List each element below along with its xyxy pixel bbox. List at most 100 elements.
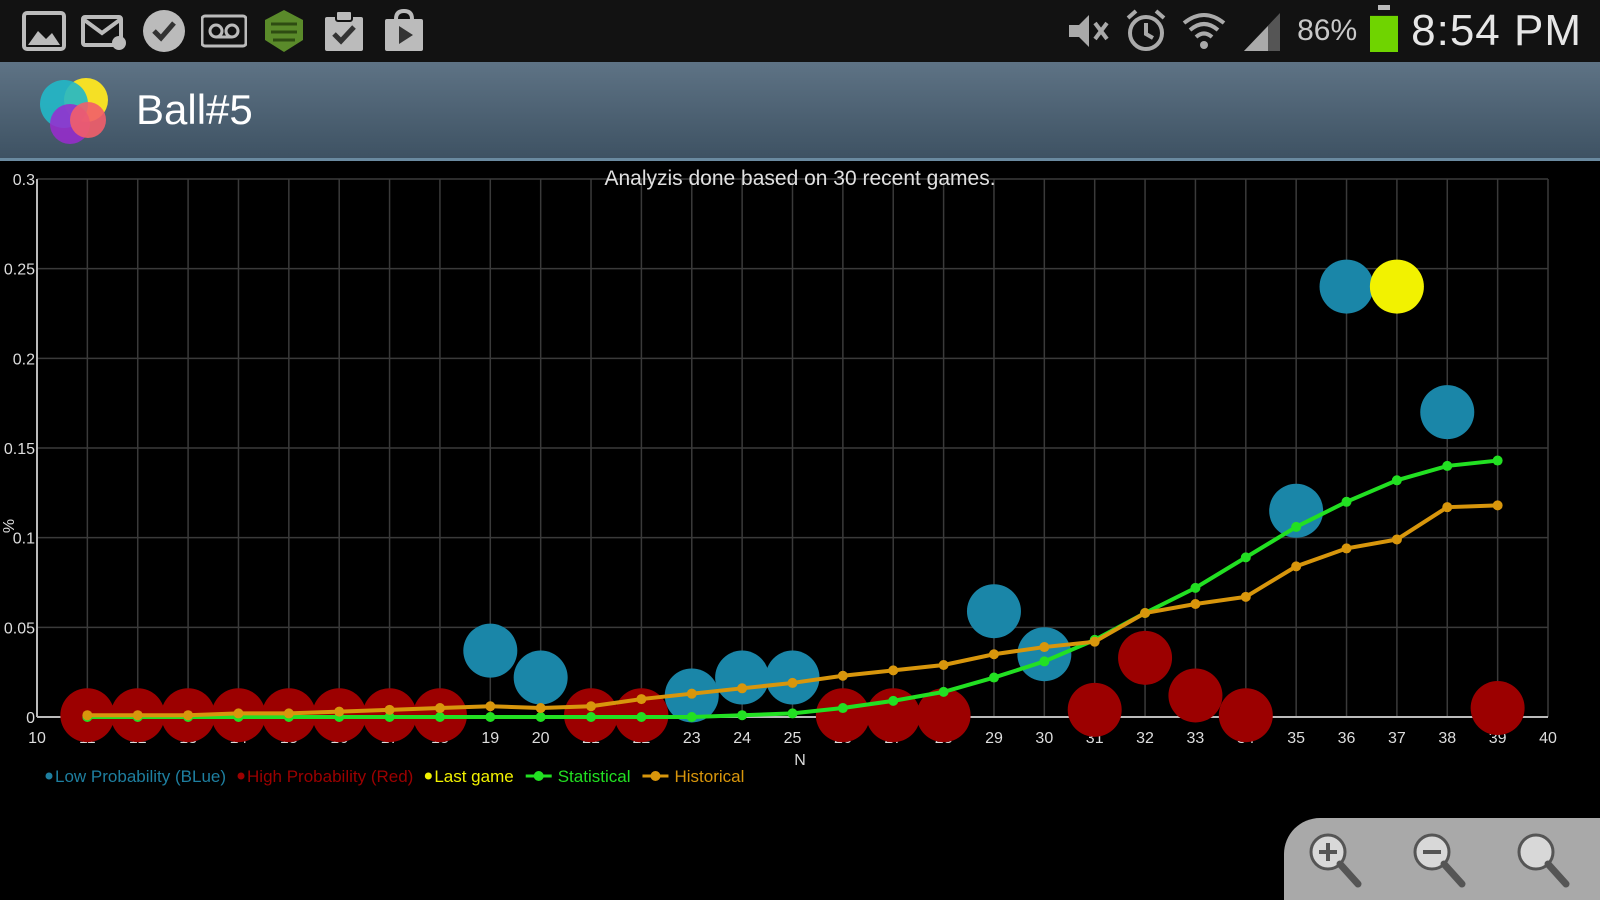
line-point [938,659,949,670]
system-icons: 86% 8:54 PM [1065,4,1582,58]
x-axis-label: N [794,752,806,769]
scatter-point [715,650,770,705]
x-tick-label: 35 [1287,730,1305,747]
x-tick-label: 24 [733,730,751,747]
line-point [233,708,244,719]
x-tick-label: 32 [1136,730,1154,747]
line-point [636,694,647,705]
clock: 8:54 PM [1411,6,1582,55]
line-point [686,688,697,699]
email-icon [80,8,128,54]
line-point [283,708,294,719]
line-point [485,712,496,722]
line-point [334,706,345,717]
line-point [1190,599,1201,610]
y-tick-label: 0.2 [13,351,35,368]
line-point [636,712,647,722]
scatter-point [463,623,518,678]
line-point [1442,502,1453,513]
y-tick-label: 0.05 [4,620,35,637]
scatter-point [1319,259,1374,314]
line-point [535,703,546,714]
line-point [1391,534,1402,545]
zoom-out-icon[interactable] [1406,826,1470,892]
line-point [384,704,395,715]
line-point [1240,591,1251,602]
x-tick-label: 37 [1388,730,1406,747]
voicemail-icon [200,8,248,54]
line-point [485,701,496,712]
notification-icons [20,8,428,54]
line-point [1492,455,1503,466]
chart-area[interactable]: Analyzis done based on 30 recent games. … [0,161,1600,811]
zoom-controls [1284,818,1600,900]
y-tick-label: 0.15 [4,441,35,458]
play-store-icon [380,8,428,54]
x-tick-label: 29 [985,730,1003,747]
scatter-point [513,650,568,705]
line-point [1089,636,1100,647]
y-tick-label: 0 [26,710,35,727]
legend-marker [533,771,544,781]
line-point [737,683,748,694]
status-bar: 86% 8:54 PM [0,0,1600,62]
legend-marker [237,772,245,780]
signal-icon [1239,8,1285,54]
line-point [787,708,798,719]
line-point [988,672,999,683]
chart-title: Analyzis done based on 30 recent games. [604,167,995,190]
y-tick-label: 0.3 [13,172,35,189]
line-point [1039,642,1050,653]
app-title: Ball#5 [136,86,253,133]
tiger-icon [260,8,308,54]
wifi-icon [1181,8,1227,54]
scatter-point [1369,259,1424,314]
zoom-reset-icon[interactable] [1510,826,1574,892]
legend-label: Historical [674,767,744,786]
alarm-icon [1123,8,1169,54]
scatter-point [815,688,870,743]
line-point [1492,500,1503,511]
line-point [586,712,597,722]
line-point [434,703,445,714]
scatter-point [1420,385,1475,440]
chart-legend: Low Probability (BLue) High Probability (… [45,767,744,786]
scatter-point [765,650,820,705]
battery-percent: 86% [1297,14,1358,47]
legend-label: Low Probability (BLue) [55,767,226,786]
line-point [1140,607,1151,618]
scatter-point [1118,630,1173,685]
line-point [837,670,848,681]
y-tick-label: 0.25 [4,262,35,279]
line-point [82,710,93,721]
line-point [586,701,597,712]
line-point [183,710,194,721]
x-tick-label: 10 [28,730,46,747]
line-point [737,710,748,721]
x-tick-label: 36 [1338,730,1356,747]
line-point [686,712,697,722]
line-point [535,712,546,722]
line-point [1291,561,1302,572]
legend-label: Last game [434,767,513,786]
scatter-point [1067,682,1122,737]
probability-chart[interactable]: Analyzis done based on 30 recent games. … [0,161,1600,811]
line-point [837,703,848,714]
app-bubbles-icon[interactable] [38,74,114,150]
x-tick-label: 33 [1187,730,1205,747]
line-point [888,665,899,676]
mute-icon [1065,8,1111,54]
x-tick-label: 25 [784,730,802,747]
line-point [132,710,143,721]
line-point [787,677,798,688]
x-tick-label: 20 [532,730,550,747]
zoom-in-icon[interactable] [1302,826,1366,892]
x-tick-label: 40 [1539,730,1557,747]
chart-grid [36,178,1549,718]
line-point [1341,543,1352,554]
gallery-icon [20,8,68,54]
battery-icon [1369,4,1399,58]
x-tick-label: 30 [1035,730,1053,747]
scatter-point [1218,688,1273,743]
legend-label: High Probability (Red) [247,767,413,786]
